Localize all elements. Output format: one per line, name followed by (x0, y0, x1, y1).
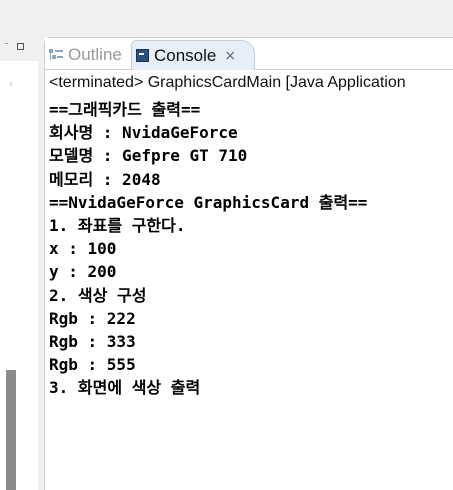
close-icon[interactable]: × (224, 48, 236, 64)
tab-outline[interactable]: Outline (49, 42, 122, 68)
console-line: 회사명 : NvidaGeForce (49, 123, 238, 143)
tab-outline-label: Outline (68, 45, 122, 64)
console-output[interactable]: ==그래픽카드 출력== 회사명 : NvidaGeForce 모델명 : Gefp… (49, 98, 367, 399)
console-view: Outline Console × <terminated> GraphicsC… (44, 37, 453, 490)
console-line: Rgb : 333 (49, 331, 136, 351)
console-line: 모델명 : Gefpre GT 710 (49, 146, 248, 166)
console-line: y : 200 (49, 262, 117, 282)
console-line: 2. 색상 구성 (49, 285, 147, 305)
outline-icon (49, 48, 63, 62)
minimize-icon[interactable]: ⁻ (4, 42, 13, 51)
eclipse-window: ⁻ Outline Console × <terminated> Graphic… (0, 0, 453, 490)
console-line: ==NvidaGeForce GraphicsCard 출력== (49, 192, 368, 212)
left-scrollbar-thumb[interactable] (6, 370, 16, 490)
console-status-line: <terminated> GraphicsCardMain [Java Appl… (49, 74, 406, 91)
console-line: Rgb : 222 (49, 308, 136, 328)
console-line: 1. 좌표를 구한다. (49, 215, 186, 235)
tab-console[interactable]: Console × (131, 40, 255, 70)
console-line: ==그래픽카드 출력== (49, 100, 201, 119)
maximize-icon[interactable] (17, 43, 24, 50)
top-gap (0, 0, 453, 37)
console-line: Rgb : 555 (49, 355, 136, 375)
console-icon (136, 49, 149, 62)
console-line: x : 100 (49, 239, 117, 259)
tab-strip: Outline Console × (45, 38, 453, 70)
tab-console-label: Console (154, 45, 217, 65)
console-line: 3. 화면에 색상 출력 (49, 378, 201, 398)
console-line: 메모리 : 2048 (49, 169, 161, 189)
left-scrollbar-marker (9, 82, 13, 86)
